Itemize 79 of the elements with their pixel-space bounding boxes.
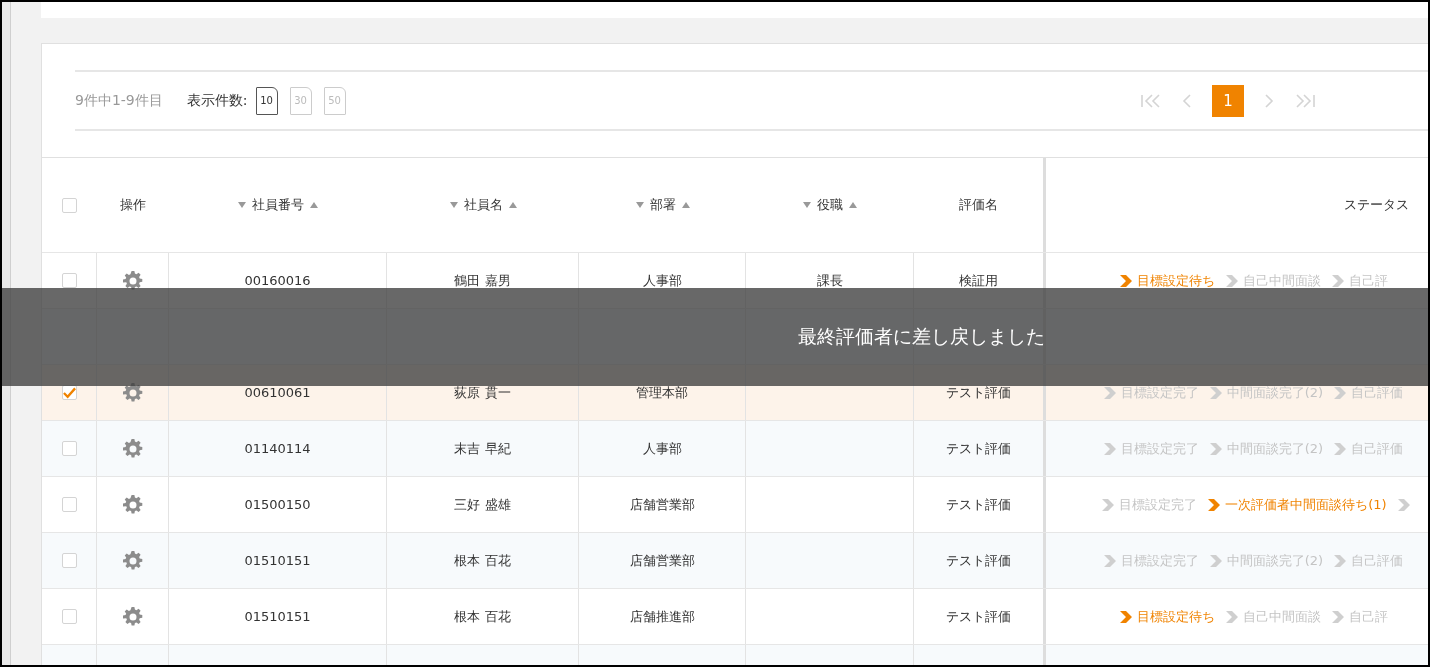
step-arrow-icon [1224,609,1239,624]
step-arrow-icon [1207,497,1222,512]
settings-icon[interactable] [122,438,143,459]
step-arrow-icon [1102,553,1117,568]
sort-ascending-icon[interactable] [508,202,517,208]
table-cell: 検証用 [959,271,998,290]
table-cell: 三好 盛雄 [454,495,511,514]
step-arrow-icon [1102,441,1117,456]
step-arrow-icon [1333,553,1348,568]
check-icon [62,386,76,399]
checkbox[interactable] [61,273,77,288]
status-step: 一次評価者中間面談待ち(1) [1225,495,1387,514]
step-arrow-icon [1102,385,1117,400]
step-arrow-icon [1224,273,1239,288]
column-header: 評価名 [959,196,998,214]
first-page-icon[interactable] [1140,92,1162,109]
status-step: 目標設定待ち [1136,271,1215,290]
sort-ascending-icon[interactable] [310,202,318,208]
checkbox[interactable] [61,441,77,456]
checkbox[interactable] [62,197,77,213]
table-cell: 01510151 [244,609,311,624]
table-cell: 荻原 貫一 [454,383,511,402]
table-cell: 00160016 [244,273,311,288]
table-cell: 鶴田 嘉男 [454,271,511,290]
sort-descending-icon[interactable] [238,202,246,208]
sort-descending-icon[interactable] [635,202,644,208]
step-arrow-icon [1330,273,1345,288]
table-cell: 01500150 [244,497,311,512]
column-header[interactable]: 部署 [649,196,676,214]
status-step: 目標設定完了 [1119,495,1198,514]
checkbox[interactable] [61,609,77,624]
table-cell: 人事部 [642,439,682,458]
checkbox[interactable] [61,553,77,568]
sort-ascending-icon[interactable] [849,202,857,208]
sort-descending-icon[interactable] [803,202,811,208]
step-arrow-icon [1208,385,1223,400]
table-cell: 01140114 [244,441,311,456]
table-cell: 店舗推進部 [629,607,695,626]
step-arrow-icon [1333,441,1348,456]
sort-descending-icon[interactable] [449,202,458,208]
settings-icon[interactable] [122,550,143,571]
checkbox[interactable] [61,497,77,512]
table-cell: 根本 百花 [454,551,511,570]
step-arrow-icon [1330,609,1345,624]
page-size-label: 表示件数: [186,91,248,110]
table-cell: テスト評価 [946,607,1011,626]
column-header: 操作 [120,196,146,214]
table-cell: 店舗営業部 [629,495,695,514]
status-step: 目標設定待ち [1136,607,1215,626]
step-arrow-icon [1333,385,1348,400]
step-arrow-icon [1118,273,1133,288]
table-cell: テスト評価 [946,551,1011,570]
table-cell: テスト評価 [946,495,1011,514]
table-cell: 根本 百花 [454,607,511,626]
table-cell: 00610061 [244,385,311,400]
column-header[interactable]: 役職 [817,196,843,214]
table-cell: 店舗営業部 [629,551,695,570]
table-cell: 末吉 早紀 [454,439,511,458]
page-size-option[interactable]: 10 [255,86,278,115]
table-cell: テスト評価 [946,439,1011,458]
settings-icon[interactable] [122,270,143,291]
step-arrow-icon [1101,497,1116,512]
last-page-icon[interactable] [1294,92,1316,109]
column-header[interactable]: 社員番号 [252,196,304,214]
column-header[interactable]: 社員名 [463,196,503,214]
table-cell: 課長 [816,271,843,290]
settings-icon[interactable] [122,606,143,627]
toast-message: 最終評価者に差し戻しました [797,324,1045,349]
step-arrow-icon [1208,441,1223,456]
sort-ascending-icon[interactable] [681,202,690,208]
column-header: ステータス [1344,196,1409,214]
step-arrow-icon [1118,609,1133,624]
table-cell: 管理本部 [636,383,688,402]
table-cell: テスト評価 [946,383,1011,402]
settings-icon[interactable] [122,494,143,515]
table-cell: 01510151 [244,553,311,568]
result-count: 9件中1-9件目 [75,91,163,110]
table-cell: 人事部 [642,271,682,290]
step-arrow-icon [1208,553,1223,568]
